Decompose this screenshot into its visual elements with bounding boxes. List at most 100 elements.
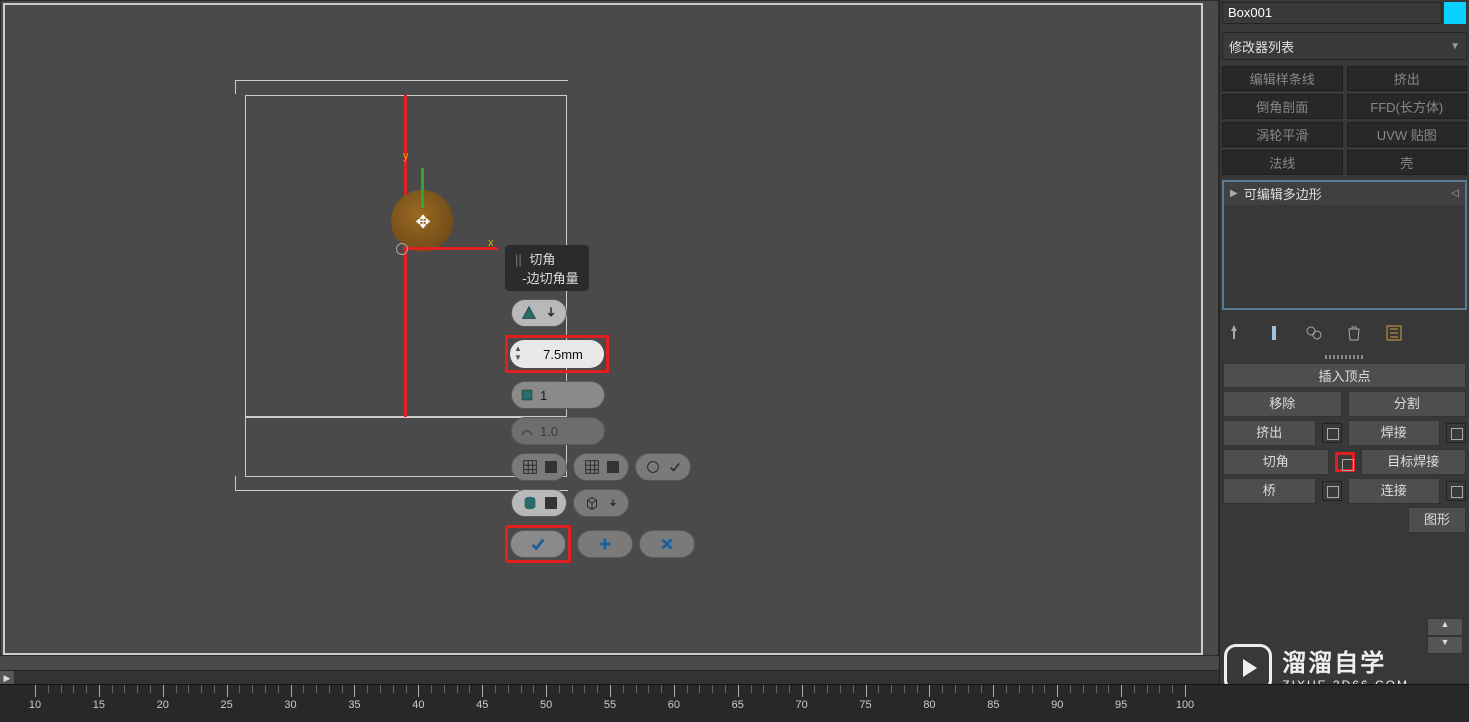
viewport-inner: ✥ y x || 切角 -边切角量: [3, 3, 1203, 655]
cancel-button[interactable]: [639, 530, 695, 558]
option-invert-button[interactable]: [573, 453, 629, 481]
modifier-list-dropdown[interactable]: 修改器列表 ▼: [1222, 32, 1467, 60]
trash-icon[interactable]: [1344, 323, 1364, 343]
chamfer-amount-input[interactable]: [532, 347, 594, 362]
cylinder-icon: [521, 494, 539, 512]
ruler-tick-label: 75: [859, 699, 871, 711]
expand-icon[interactable]: ▶: [1230, 188, 1238, 199]
split-button[interactable]: 分割: [1348, 391, 1467, 417]
scroll-right-icon[interactable]: ▶: [0, 671, 14, 685]
ruler-tick-label: 20: [157, 699, 169, 711]
connect-button[interactable]: 连接: [1348, 478, 1441, 504]
option-flow-button[interactable]: [573, 489, 629, 517]
extrude-settings-button[interactable]: [1322, 423, 1342, 443]
segments-icon: [520, 386, 534, 404]
ruler-tick-label: 100: [1176, 699, 1194, 711]
axis-y-label: y: [403, 150, 409, 162]
ruler-tick-label: 95: [1115, 699, 1127, 711]
mod-btn-normal[interactable]: 法线: [1222, 150, 1343, 175]
option-open-button[interactable]: [511, 453, 567, 481]
stack-item-editpoly[interactable]: ▶ 可编辑多边形 ◁: [1224, 182, 1465, 205]
stack-item-label: 可编辑多边形: [1244, 184, 1322, 203]
stack-end-icon[interactable]: ◁: [1451, 188, 1459, 199]
plus-icon: [596, 535, 614, 553]
panel-spinner[interactable]: ▲ ▼: [1427, 618, 1463, 654]
mod-btn-ffd[interactable]: FFD(长方体): [1347, 94, 1468, 119]
caddy-title[interactable]: || 切角 -边切角量: [505, 245, 589, 291]
tension-value: 1.0: [540, 424, 558, 439]
ok-button[interactable]: [510, 530, 566, 558]
grid2-icon: [583, 458, 601, 476]
mod-btn-extrude[interactable]: 挤出: [1347, 66, 1468, 91]
caddy-title-line2: -边切角量: [522, 271, 578, 286]
viewport-hscroll[interactable]: ▶: [0, 670, 1219, 684]
grid-icon: [521, 458, 539, 476]
chamfer-amount-spinner[interactable]: ▲▼: [510, 340, 604, 368]
edit-edges-panel: 插入顶点 移除 分割 挤出 焊接 切角 目标焊接 桥 连接 图形: [1220, 363, 1469, 533]
ruler-tick-label: 60: [668, 699, 680, 711]
move-gizmo[interactable]: ✥ y x: [361, 190, 491, 290]
mod-btn-bevel[interactable]: 倒角剖面: [1222, 94, 1343, 119]
chamfer-button[interactable]: 切角: [1223, 449, 1329, 475]
connect-settings-button[interactable]: [1446, 481, 1466, 501]
stack-unique-icon[interactable]: [1304, 323, 1324, 343]
chamfer-type-button[interactable]: [511, 299, 567, 327]
spin-up-icon[interactable]: ▲: [1427, 618, 1463, 636]
ok-highlight: [505, 525, 571, 563]
ruler-tick-label: 70: [796, 699, 808, 711]
caddy-title-line1: 切角: [529, 252, 555, 267]
modifier-list-label: 修改器列表: [1229, 37, 1294, 56]
panel-drag-handle[interactable]: [1325, 355, 1365, 359]
stack-toolbar: [1220, 315, 1469, 351]
move-icon: ✥: [413, 212, 433, 232]
pin-icon[interactable]: [1224, 323, 1244, 343]
bridge-button[interactable]: 桥: [1223, 478, 1316, 504]
ruler-tick-label: 90: [1051, 699, 1063, 711]
ruler-tick-label: 10: [29, 699, 41, 711]
chamfer-tension-spinner[interactable]: 1.0: [511, 417, 605, 445]
ruler-tick-label: 45: [476, 699, 488, 711]
down-arrow-icon: [544, 304, 558, 322]
option-smooth-button[interactable]: [635, 453, 691, 481]
modifier-stack[interactable]: ▶ 可编辑多边形 ◁: [1222, 180, 1467, 310]
configure-icon[interactable]: [1384, 323, 1404, 343]
stack-show-icon[interactable]: [1264, 323, 1284, 343]
mod-btn-turbosmooth[interactable]: 涡轮平滑: [1222, 122, 1343, 147]
insert-vertex-button[interactable]: 插入顶点: [1223, 363, 1466, 388]
ruler-tick-label: 40: [412, 699, 424, 711]
chamfer-segments-spinner[interactable]: 1: [511, 381, 605, 409]
viewport[interactable]: ✥ y x || 切角 -边切角量: [0, 0, 1219, 656]
bridge-settings-button[interactable]: [1322, 481, 1342, 501]
spin-down-icon[interactable]: ▼: [1427, 636, 1463, 654]
ruler-tick-label: 55: [604, 699, 616, 711]
smooth-icon: [644, 458, 662, 476]
shape-button[interactable]: 图形: [1408, 507, 1466, 533]
down-icon: [607, 494, 619, 512]
apply-button[interactable]: [577, 530, 633, 558]
remove-button[interactable]: 移除: [1223, 391, 1342, 417]
ruler-tick-label: 35: [348, 699, 360, 711]
watermark-zh: 溜溜自学: [1282, 643, 1409, 678]
mod-btn-shell[interactable]: 壳: [1347, 150, 1468, 175]
chamfer-settings-button[interactable]: [1335, 452, 1355, 472]
option-quad-button[interactable]: [511, 489, 567, 517]
extrude-button[interactable]: 挤出: [1223, 420, 1316, 446]
weld-button[interactable]: 焊接: [1348, 420, 1441, 446]
object-name-input[interactable]: Box001: [1222, 2, 1442, 24]
spinner-arrows-icon[interactable]: ▲▼: [514, 344, 532, 364]
mod-btn-uvw[interactable]: UVW 贴图: [1347, 122, 1468, 147]
segments-value: 1: [540, 388, 547, 403]
command-panel: Box001 修改器列表 ▼ 编辑样条线 挤出 倒角剖面 FFD(长方体) 涡轮…: [1219, 0, 1469, 722]
weld-settings-button[interactable]: [1446, 423, 1466, 443]
mod-btn-spline[interactable]: 编辑样条线: [1222, 66, 1343, 91]
object-color-swatch[interactable]: [1444, 2, 1466, 24]
target-weld-button[interactable]: 目标焊接: [1361, 449, 1467, 475]
timeline-ruler[interactable]: 101520253035404550556065707580859095100: [0, 684, 1469, 722]
check-mini-icon: [668, 458, 682, 476]
ruler-tick-label: 50: [540, 699, 552, 711]
ruler-tick-label: 30: [284, 699, 296, 711]
cube-icon: [583, 494, 601, 512]
triangle-icon: [520, 304, 538, 322]
ruler-tick-label: 25: [221, 699, 233, 711]
chamfer-caddy: || 切角 -边切角量 ▲▼: [505, 245, 695, 563]
